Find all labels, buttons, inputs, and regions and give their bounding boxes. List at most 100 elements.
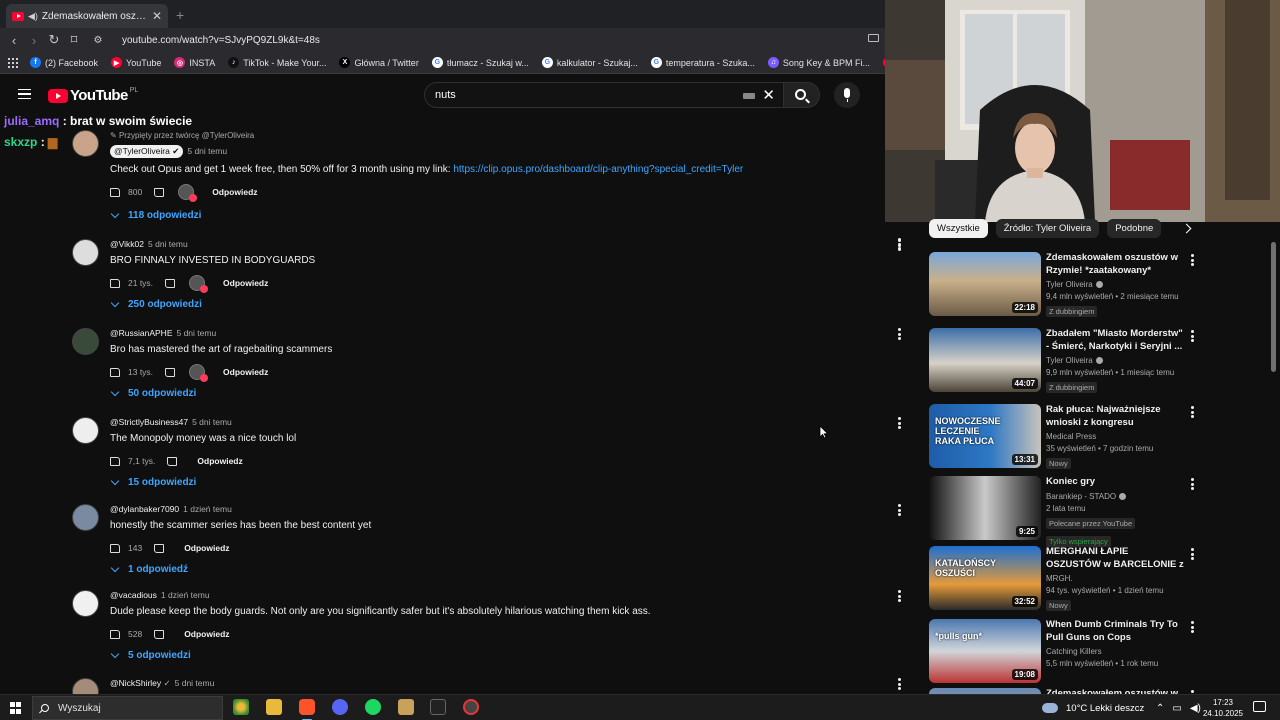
comment-link[interactable]: https://clip.opus.pro/dashboard/clip-any… xyxy=(453,164,743,175)
video-channel[interactable]: Tyler Oliveira xyxy=(1046,280,1184,289)
video-thumbnail[interactable]: 44:07 xyxy=(929,328,1041,392)
video-card[interactable]: 22:18 Zdemaskowałem oszustów w Rzymie! *z… xyxy=(929,252,1199,317)
replies-toggle[interactable]: 50 odpowiedzi xyxy=(110,387,196,399)
like-icon[interactable] xyxy=(110,278,120,288)
avatar[interactable] xyxy=(72,504,99,531)
brave-browser-icon[interactable] xyxy=(299,699,315,720)
video-title[interactable]: MERGHANI ŁAPIE OSZUSTÓW w BARCELONIE z W… xyxy=(1046,546,1184,571)
notifications-icon[interactable] xyxy=(1253,701,1266,712)
bookmark-item[interactable]: ◎ INSTA xyxy=(174,57,215,68)
bookmark-item[interactable]: Gtłumacz - Szukaj w... xyxy=(431,57,529,68)
bookmark-icon[interactable]: ⌑ xyxy=(64,32,84,48)
reply-button[interactable]: Odpowiedz xyxy=(184,629,229,639)
replies-toggle[interactable]: 118 odpowiedzi xyxy=(110,209,201,221)
comment-author[interactable]: @dylanbaker7090 xyxy=(110,504,179,514)
replies-toggle[interactable]: 1 odpowiedź xyxy=(110,563,188,575)
taskbar-search[interactable]: Wyszukaj xyxy=(32,696,223,720)
capcut-icon[interactable] xyxy=(430,699,446,715)
media-app-icon[interactable] xyxy=(398,699,414,715)
video-thumbnail[interactable]: 22:18 xyxy=(929,252,1041,316)
comment-time[interactable]: 1 dzień temu xyxy=(183,504,232,514)
bookmark-item[interactable]: ▶ YouTube xyxy=(111,57,161,68)
comment-time[interactable]: 5 dni temu xyxy=(175,678,215,688)
comment-author[interactable]: @Vikk02 xyxy=(110,239,144,249)
comment-menu-icon[interactable] xyxy=(898,590,902,604)
like-icon[interactable] xyxy=(110,543,120,553)
replies-toggle[interactable]: 250 odpowiedzi xyxy=(110,298,202,310)
obs-icon[interactable] xyxy=(463,699,479,715)
comment-menu-icon[interactable] xyxy=(898,678,902,692)
discord-icon[interactable] xyxy=(332,699,348,715)
video-thumbnail[interactable]: KATALOŃSCY OSZUŚCI 32:52 xyxy=(929,546,1041,610)
bookmark-item[interactable]: X Główna / Twitter xyxy=(339,57,419,68)
reply-button[interactable]: Odpowiedz xyxy=(197,456,242,466)
speaker-icon[interactable]: ◀) xyxy=(28,11,38,22)
dislike-icon[interactable] xyxy=(165,367,176,377)
dislike-icon[interactable] xyxy=(167,456,178,466)
comment-menu-icon[interactable] xyxy=(898,417,902,431)
avatar[interactable] xyxy=(72,239,99,266)
comment-author[interactable]: @StrictlyBusiness47 xyxy=(110,417,188,427)
dislike-icon[interactable] xyxy=(154,629,165,639)
video-channel[interactable]: MRGH. xyxy=(1046,574,1184,583)
bookmark-item[interactable]: ♪ TikTok - Make Your... xyxy=(228,57,326,68)
video-card[interactable]: *pulls gun* 19:08 When Dumb Criminals Try … xyxy=(929,619,1199,683)
bookmark-item[interactable]: f (2) Facebook xyxy=(30,57,98,68)
video-thumbnail[interactable]: 9:25 xyxy=(929,476,1041,540)
video-card[interactable]: NOWOCZESNE LECZENIE RAKA PŁUCA 13:31 Rak p… xyxy=(929,404,1199,469)
scrollbar[interactable] xyxy=(1271,242,1276,372)
comment-menu-icon[interactable] xyxy=(898,328,902,342)
like-icon[interactable] xyxy=(110,367,120,377)
reply-button[interactable]: Odpowiedz xyxy=(184,543,229,553)
new-tab-button[interactable]: + xyxy=(176,7,184,23)
comment-author[interactable]: @RussianAPHE xyxy=(110,328,172,338)
like-icon[interactable] xyxy=(110,629,120,639)
browser-tab[interactable]: ◀) Zdemaskowałem oszustów w ✕ xyxy=(6,4,168,28)
reply-button[interactable]: Odpowiedz xyxy=(212,187,257,197)
bookmark-item[interactable]: Gtemperatura - Szuka... xyxy=(650,57,755,68)
comment-time[interactable]: 1 dzień temu xyxy=(161,590,210,600)
cast-icon[interactable] xyxy=(868,34,879,42)
video-thumbnail[interactable]: *pulls gun* 19:08 xyxy=(929,619,1041,683)
video-card[interactable]: 9:25 Koniec gry Barankiep - STADO 2 lata te… xyxy=(929,476,1199,547)
avatar[interactable] xyxy=(72,328,99,355)
menu-icon[interactable] xyxy=(18,89,31,99)
replies-toggle[interactable]: 5 odpowiedzi xyxy=(110,649,191,661)
video-menu-icon[interactable] xyxy=(1191,330,1194,344)
video-title[interactable]: When Dumb Criminals Try To Pull Guns on … xyxy=(1046,619,1184,644)
comment-menu-icon[interactable] xyxy=(898,504,902,518)
video-title[interactable]: Zdemaskowałem oszustów w Rzymie! *zaatak… xyxy=(1046,252,1184,277)
bookmark-item[interactable]: ♫ Song Key & BPM Fi... xyxy=(767,57,870,68)
video-thumbnail[interactable]: NOWOCZESNE LECZENIE RAKA PŁUCA 13:31 xyxy=(929,404,1041,468)
search-button[interactable] xyxy=(784,82,820,108)
comment-menu-icon[interactable] xyxy=(898,238,902,252)
comment-time[interactable]: 5 dni temu xyxy=(187,146,227,156)
dislike-icon[interactable] xyxy=(154,187,165,197)
video-channel[interactable]: Barankiep - STADO xyxy=(1046,492,1184,501)
network-icon[interactable]: ▭ xyxy=(1172,703,1181,714)
video-channel[interactable]: Tyler Oliveira xyxy=(1046,356,1184,365)
video-title[interactable]: Zbadałem "Miasto Morderstw" - Śmierć, Na… xyxy=(1046,328,1184,353)
comment-author[interactable]: @vacadious xyxy=(110,590,157,600)
forward-icon[interactable]: › xyxy=(24,33,44,48)
clock[interactable]: 17:23 24.10.2025 xyxy=(1200,697,1246,719)
avatar[interactable] xyxy=(72,590,99,617)
reply-button[interactable]: Odpowiedz xyxy=(223,367,268,377)
site-settings-icon[interactable]: ⚙ xyxy=(88,35,108,46)
weather-widget[interactable]: 10°C Lekki deszcz xyxy=(1042,695,1144,720)
reload-icon[interactable]: ↻ xyxy=(44,32,64,48)
video-title[interactable]: Koniec gry xyxy=(1046,476,1184,489)
comment-author[interactable]: @TylerOliveira ✔ xyxy=(110,145,184,158)
youtube-logo[interactable]: YouTube PL xyxy=(48,87,138,104)
voice-search-button[interactable] xyxy=(834,82,860,108)
clear-search-icon[interactable]: ✕ xyxy=(762,86,775,104)
filter-chip[interactable]: Źródło: Tyler Oliveira xyxy=(995,219,1100,238)
video-channel[interactable]: Catching Killers xyxy=(1046,647,1184,656)
video-card[interactable]: KATALOŃSCY OSZUŚCI 32:52 MERGHANI ŁAPIE OS… xyxy=(929,546,1199,611)
url-field[interactable]: youtube.com/watch?v=SJvyPQ9ZL9k&t=48s xyxy=(122,35,320,46)
video-menu-icon[interactable] xyxy=(1191,254,1194,268)
like-icon[interactable] xyxy=(110,187,120,197)
close-tab-icon[interactable]: ✕ xyxy=(152,9,162,23)
chevron-right-icon[interactable] xyxy=(1181,223,1192,234)
taskbar-app-icon[interactable] xyxy=(233,699,249,715)
